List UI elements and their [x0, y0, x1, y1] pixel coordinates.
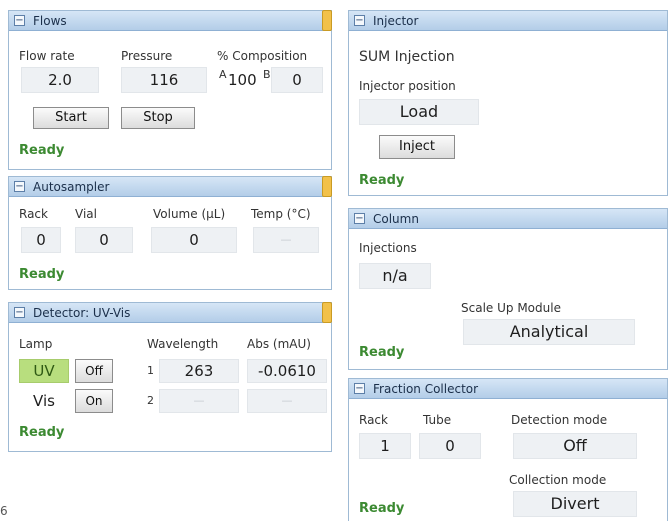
collapse-icon[interactable]: − — [14, 15, 25, 26]
resize-grip-icon[interactable] — [322, 10, 332, 31]
detector-status: Ready — [19, 425, 65, 440]
vial-label: Vial — [75, 207, 97, 221]
column-title: Column — [373, 212, 419, 226]
temp-value: — — [253, 227, 319, 253]
flows-header: − Flows — [9, 10, 332, 31]
rack-value: 0 — [21, 227, 61, 253]
fraction-rack-value: 1 — [359, 433, 411, 459]
volume-value: 0 — [151, 227, 237, 253]
uv-off-button[interactable]: Off — [75, 359, 113, 383]
abs-1-value: -0.0610 — [247, 359, 327, 383]
collapse-icon[interactable]: − — [14, 307, 25, 318]
column-panel: − Column Injections n/a Scale Up Module … — [348, 208, 668, 370]
collapse-icon[interactable]: − — [354, 15, 365, 26]
volume-label: Volume (µL) — [153, 207, 226, 221]
resize-grip-icon[interactable] — [322, 176, 332, 197]
detector-title: Detector: UV-Vis — [33, 306, 131, 320]
column-status: Ready — [359, 345, 405, 360]
collapse-icon[interactable]: − — [354, 213, 365, 224]
composition-a-value: 100 — [227, 67, 261, 93]
collection-mode-label: Collection mode — [509, 473, 607, 487]
composition-b-label: B — [263, 68, 271, 81]
temp-label: Temp (°C) — [251, 207, 311, 221]
rack-label: Rack — [19, 207, 48, 221]
flow-rate-label: Flow rate — [19, 49, 75, 63]
autosampler-title: Autosampler — [33, 180, 110, 194]
detection-mode-value: Off — [513, 433, 637, 459]
fraction-rack-label: Rack — [359, 413, 388, 427]
injector-header: − Injector — [349, 11, 667, 31]
vis-on-button[interactable]: On — [75, 389, 113, 413]
wavelength-1-value: 263 — [159, 359, 239, 383]
scale-up-value: Analytical — [463, 319, 635, 345]
fraction-status: Ready — [359, 501, 405, 516]
fraction-collector-header: − Fraction Collector — [349, 379, 667, 399]
autosampler-status: Ready — [19, 267, 65, 282]
wavelength-2-value: — — [159, 389, 239, 413]
start-button[interactable]: Start — [33, 107, 109, 129]
inject-button[interactable]: Inject — [379, 135, 455, 159]
scale-up-label: Scale Up Module — [461, 301, 561, 315]
vial-value: 0 — [75, 227, 133, 253]
injector-panel: − Injector SUM Injection Injector positi… — [348, 10, 668, 196]
resize-grip-icon[interactable] — [322, 302, 332, 323]
injector-title: Injector — [373, 14, 419, 28]
fraction-tube-value: 0 — [419, 433, 481, 459]
page-number: 6 — [0, 504, 8, 518]
lamp-label: Lamp — [19, 337, 53, 351]
autosampler-header: − Autosampler — [9, 176, 332, 197]
flows-panel: − Flows Flow rate Pressure % Composition… — [8, 10, 332, 170]
vis-lamp-indicator: Vis — [19, 389, 69, 413]
composition-b-value: 0 — [271, 67, 323, 93]
composition-a-label: A — [219, 68, 227, 81]
injections-label: Injections — [359, 241, 417, 255]
injection-name: SUM Injection — [359, 49, 455, 65]
pressure-label: Pressure — [121, 49, 173, 63]
collapse-icon[interactable]: − — [354, 383, 365, 394]
autosampler-panel: − Autosampler Rack Vial Volume (µL) Temp… — [8, 176, 332, 290]
composition-label: % Composition — [217, 49, 308, 63]
fraction-collector-title: Fraction Collector — [373, 382, 479, 396]
column-header: − Column — [349, 209, 667, 229]
flows-status: Ready — [19, 143, 65, 158]
injector-status: Ready — [359, 173, 405, 188]
fraction-tube-label: Tube — [423, 413, 452, 427]
abs-2-value: — — [247, 389, 327, 413]
stop-button[interactable]: Stop — [121, 107, 195, 129]
injections-value: n/a — [359, 263, 431, 289]
injector-position-value: Load — [359, 99, 479, 125]
injector-position-label: Injector position — [359, 79, 456, 93]
uv-lamp-indicator: UV — [19, 359, 69, 383]
detection-mode-label: Detection mode — [511, 413, 608, 427]
detector-panel: − Detector: UV-Vis Lamp Wavelength Abs (… — [8, 302, 332, 452]
collection-mode-value: Divert — [513, 491, 637, 517]
abs-label: Abs (mAU) — [247, 337, 311, 351]
fraction-collector-panel: − Fraction Collector Rack Tube Detection… — [348, 378, 668, 521]
collapse-icon[interactable]: − — [14, 181, 25, 192]
flows-title: Flows — [33, 14, 67, 28]
wavelength-label: Wavelength — [147, 337, 219, 351]
detector-header: − Detector: UV-Vis — [9, 302, 332, 323]
channel-2-label: 2 — [147, 394, 154, 407]
pressure-value: 116 — [121, 67, 207, 93]
channel-1-label: 1 — [147, 364, 154, 377]
flow-rate-value: 2.0 — [21, 67, 99, 93]
